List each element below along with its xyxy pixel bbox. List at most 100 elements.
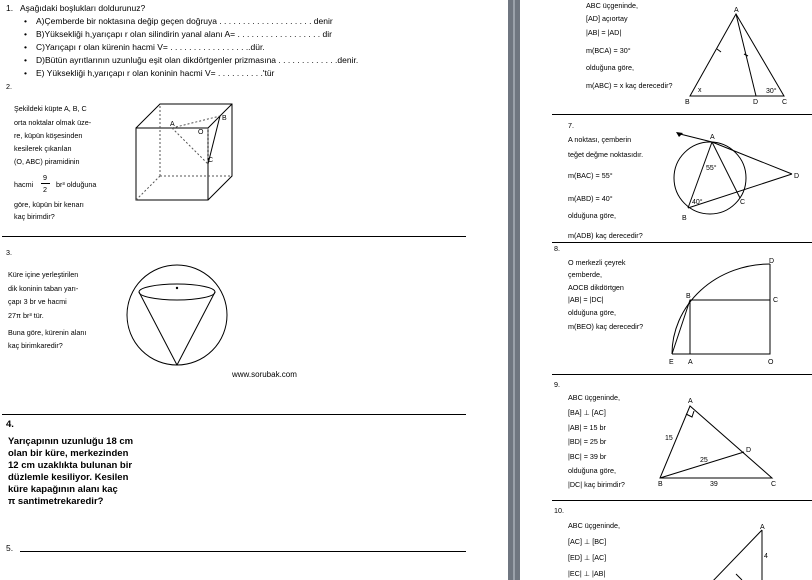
r8-number: 8. bbox=[554, 244, 560, 253]
triangle-abc bbox=[659, 405, 774, 479]
pyramid-edge bbox=[171, 115, 221, 129]
r9-label-c: C bbox=[771, 481, 776, 488]
cube-hidden-edge bbox=[135, 175, 161, 201]
q1-bullet: • bbox=[24, 29, 27, 39]
segment-eb bbox=[671, 299, 691, 355]
q1-number: 1. bbox=[6, 3, 14, 13]
r8-label-a: A bbox=[688, 359, 693, 366]
right-page: ABC üçgeninde, [AD] açıortay |AB| = |AD|… bbox=[520, 0, 812, 580]
r9-label-a: A bbox=[688, 398, 693, 405]
r7-angle-55: 55° bbox=[706, 164, 717, 172]
cube-front-face bbox=[135, 127, 209, 201]
tangent-extension bbox=[679, 133, 713, 143]
q1-bullet: • bbox=[24, 16, 27, 26]
r7-label-d: D bbox=[794, 173, 799, 180]
r6-line: [AD] açıortay bbox=[586, 14, 628, 23]
q1-item-b: B)Yüksekliği h,yarıçapı r olan silindiri… bbox=[36, 29, 332, 39]
r8-label-e: E bbox=[669, 359, 674, 366]
q1-bullet: • bbox=[24, 68, 27, 78]
q2-line: göre, küpün bir kenarı bbox=[14, 200, 84, 209]
side-ab bbox=[713, 529, 763, 580]
tick-mark bbox=[735, 573, 743, 580]
q2-volume-prefix: hacmi bbox=[14, 180, 34, 189]
r10-line: ABC üçgeninde, bbox=[568, 521, 620, 530]
watermark-link[interactable]: www.sorubak.com bbox=[232, 370, 297, 380]
q2-line: re, küpün köşesinden bbox=[14, 131, 83, 140]
q2-fraction-bar bbox=[41, 183, 50, 184]
q2-volume-suffix: br³ olduğuna bbox=[56, 180, 97, 189]
r9-line: [BA] ⊥ [AC] bbox=[568, 408, 606, 417]
r7-line: m(ABD) = 40° bbox=[568, 194, 613, 203]
circle bbox=[673, 141, 747, 215]
sphere-circle bbox=[126, 264, 228, 366]
q2-line: orta noktalar olmak üze- bbox=[14, 118, 92, 127]
left-page: 1. Aşağıdaki boşlukları doldurunuz? • A)… bbox=[0, 0, 508, 580]
r9-number: 9. bbox=[554, 380, 560, 389]
q3-line: 27π br³ tür. bbox=[8, 311, 44, 320]
section-divider bbox=[552, 242, 812, 243]
q2-line: Şekildeki küpte A, B, C bbox=[14, 104, 87, 113]
q3-line: dik koninin taban yarı- bbox=[8, 284, 79, 293]
q3-line: Buna göre, kürenin alanı bbox=[8, 328, 87, 337]
q1-bullet: • bbox=[24, 42, 27, 52]
q2-line: (O, ABC) piramidinin bbox=[14, 157, 80, 166]
r10-number: 10. bbox=[554, 506, 564, 515]
q3-line: Küre içine yerleştirilen bbox=[8, 270, 79, 279]
r9-length-15: 15 bbox=[665, 435, 673, 442]
q4-line: düzlemle kesiliyor. Kesilen bbox=[8, 472, 129, 483]
q1-title: Aşağıdaki boşlukları doldurunuz? bbox=[20, 3, 146, 13]
r6-label-b: B bbox=[685, 99, 690, 106]
r10-length-4: 4 bbox=[764, 553, 768, 560]
r8-line: O merkezli çeyrek bbox=[568, 258, 626, 267]
r7-circle-figure: A B C D 55° 40° bbox=[673, 132, 799, 222]
r6-line: olduğuna göre, bbox=[586, 63, 634, 72]
cone-side bbox=[138, 291, 178, 366]
section-divider bbox=[552, 114, 812, 115]
r9-label-b: B bbox=[658, 481, 663, 488]
q4-line: π santimetrekaredir? bbox=[8, 496, 104, 507]
r7-label-b: B bbox=[682, 215, 687, 222]
r9-line: ABC üçgeninde, bbox=[568, 393, 620, 402]
page-gap bbox=[508, 0, 520, 580]
r8-label-o: O bbox=[768, 359, 774, 366]
section-divider bbox=[552, 500, 812, 501]
r10-line: [ED] ⊥ [AC] bbox=[568, 553, 607, 562]
q2-line: kesilerek çıkarılan bbox=[14, 144, 72, 153]
r6-triangle-figure: A B D C x 30° bbox=[685, 7, 787, 106]
q1-item-e: E) Yüksekliği h,yarıçapı r olan koninin … bbox=[36, 68, 275, 78]
r9-label-d: D bbox=[746, 447, 751, 454]
r6-label-angle: 30° bbox=[766, 87, 777, 95]
r7-line: teğet değme noktasıdır. bbox=[568, 150, 644, 159]
r9-line: |AB| = 15 br bbox=[568, 423, 606, 432]
r10-line: |EC| ⊥ |AB| bbox=[568, 569, 606, 578]
q4-line: küre kapağının alanı kaç bbox=[8, 484, 118, 495]
r7-line: m(BAC) = 55° bbox=[568, 171, 613, 180]
cube-label-a: A bbox=[170, 121, 175, 128]
r7-label-c: C bbox=[740, 199, 745, 206]
rectangle-aocb bbox=[689, 299, 771, 355]
r8-quarter-circle-figure: B C D E A O bbox=[669, 258, 778, 366]
r8-line: çemberde, bbox=[568, 270, 602, 279]
r9-line: |DC| kaç birimdir? bbox=[568, 480, 625, 489]
r9-line: |BD| = 25 br bbox=[568, 437, 607, 446]
r6-line: |AB| = |AD| bbox=[586, 28, 622, 37]
r9-line: |BC| = 39 br bbox=[568, 452, 607, 461]
q3-line: kaç birimkaredir? bbox=[8, 341, 63, 350]
q4-number: 4. bbox=[6, 419, 14, 430]
section-divider bbox=[2, 236, 466, 237]
r8-label-c: C bbox=[773, 297, 778, 304]
r7-label-a: A bbox=[710, 134, 715, 141]
r6-line: m(BCA) = 30° bbox=[586, 46, 631, 55]
r8-line: m(BEO) kaç derecedir? bbox=[568, 322, 644, 331]
q1-item-a: A)Çemberde bir noktasına değip geçen doğ… bbox=[36, 16, 333, 26]
r6-line: ABC üçgeninde, bbox=[586, 1, 638, 10]
cube-label-c: C bbox=[208, 157, 213, 164]
tangent-line bbox=[711, 141, 793, 175]
tick-mark bbox=[716, 48, 722, 53]
cube-label-o: O bbox=[198, 129, 204, 136]
q5-number: 5. bbox=[6, 543, 14, 553]
r7-angle-40: 40° bbox=[692, 198, 703, 206]
r7-line: olduğuna göre, bbox=[568, 211, 616, 220]
sphere-cone-figure bbox=[126, 264, 228, 366]
r9-triangle-figure: A B C D 15 25 39 bbox=[658, 398, 776, 488]
